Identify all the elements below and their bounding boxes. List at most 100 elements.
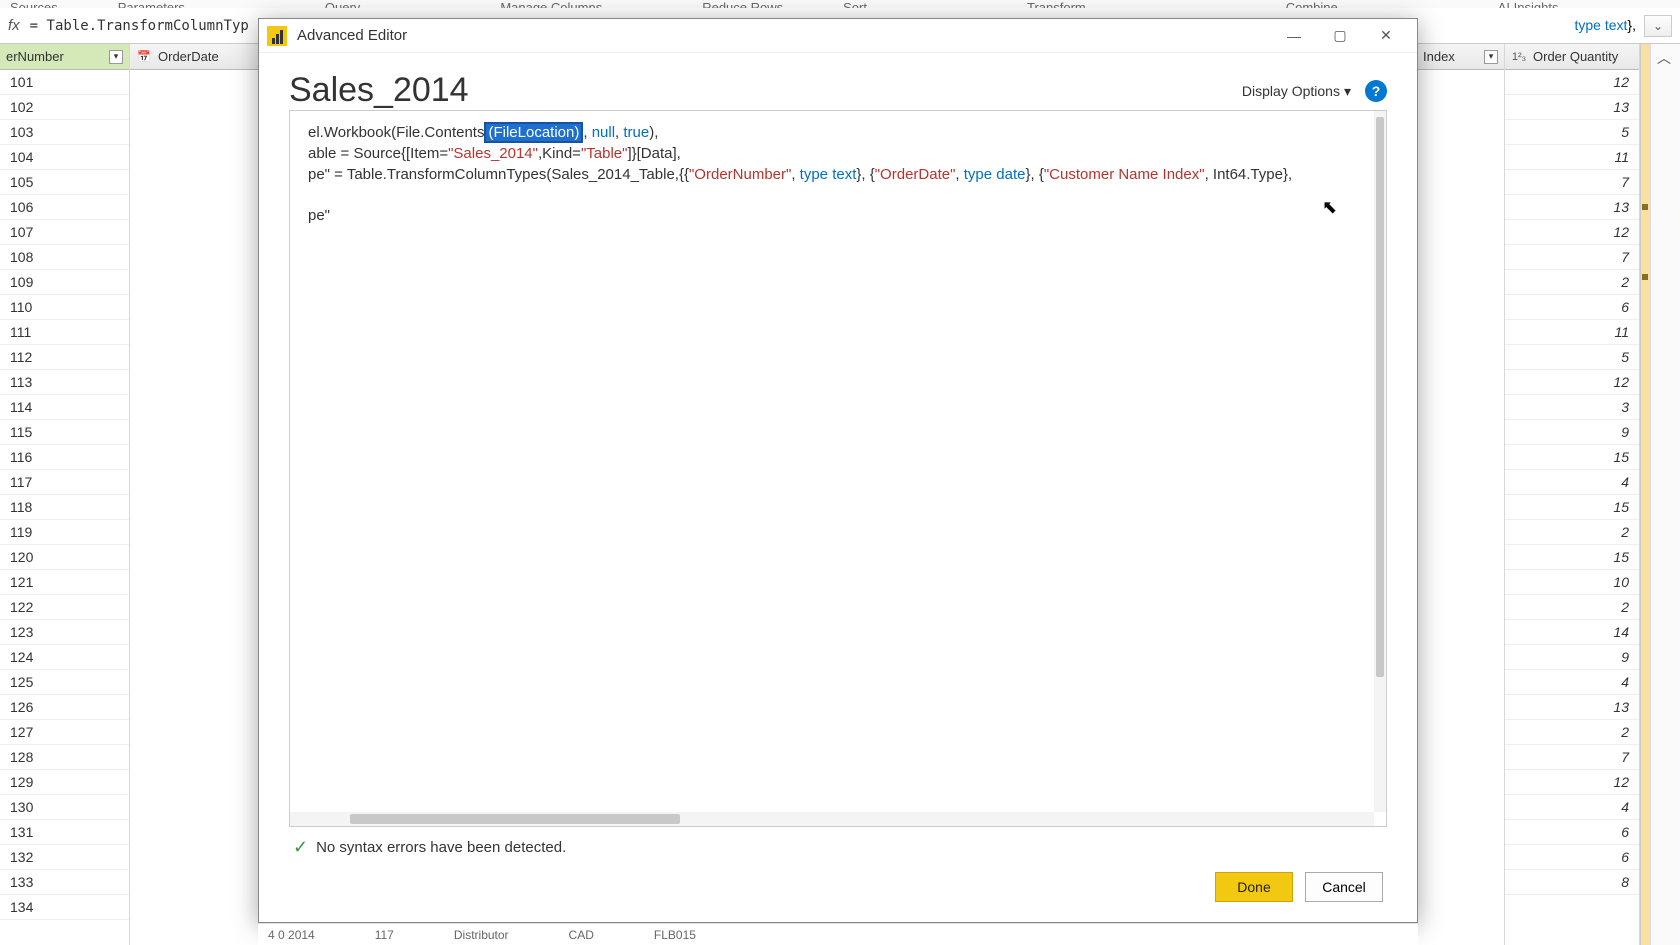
table-cell[interactable]: 119 [0,520,129,545]
scrollbar-thumb[interactable] [1376,117,1384,677]
table-cell[interactable]: 12 [1505,770,1639,795]
table-cell[interactable]: 103 [0,120,129,145]
table-cell[interactable]: 8 [1505,870,1639,895]
table-cell[interactable]: 7 [1505,245,1639,270]
table-cell[interactable]: 13 [1505,195,1639,220]
table-cell[interactable]: 116 [0,445,129,470]
table-cell[interactable]: 114 [0,395,129,420]
table-cell[interactable]: 11 [1505,145,1639,170]
scrollbar-thumb[interactable] [350,814,680,824]
table-cell[interactable]: 3 [1505,395,1639,420]
vertical-scrollbar[interactable]: ︿ [1650,44,1680,945]
table-cell[interactable]: 5 [1505,120,1639,145]
table-cell[interactable]: 122 [0,595,129,620]
column-header[interactable]: 1²₃ Order Quantity [1505,44,1639,70]
table-cell[interactable]: 115 [0,420,129,445]
ribbon-tab[interactable]: Manage Columns [500,0,602,8]
table-cell[interactable]: 13 [1505,695,1639,720]
scroll-up-icon[interactable]: ︿ [1657,48,1671,68]
table-cell[interactable]: 5 [1505,345,1639,370]
ribbon-tab[interactable]: AI Insights [1498,0,1559,8]
table-cell[interactable]: 118 [0,495,129,520]
table-cell[interactable]: 106 [0,195,129,220]
fx-icon[interactable]: fx [8,17,20,34]
close-button[interactable]: ✕ [1363,21,1409,51]
vertical-scrollbar[interactable] [1374,111,1386,812]
table-cell[interactable]: 132 [0,845,129,870]
table-cell[interactable]: 105 [0,170,129,195]
table-cell[interactable]: 112 [0,345,129,370]
filter-dropdown-icon[interactable]: ▾ [109,50,123,64]
table-cell[interactable]: 126 [0,695,129,720]
table-cell[interactable]: 9 [1505,420,1639,445]
table-cell[interactable]: 129 [0,770,129,795]
table-cell[interactable]: 134 [0,895,129,920]
formula-expand-button[interactable]: ⌄ [1644,15,1672,37]
column-header[interactable]: Index ▾ [1417,44,1504,70]
table-cell[interactable]: 131 [0,820,129,845]
table-cell[interactable]: 127 [0,720,129,745]
table-cell[interactable]: 101 [0,70,129,95]
table-cell[interactable]: 2 [1505,520,1639,545]
table-cell[interactable]: 2 [1505,270,1639,295]
table-cell[interactable]: 15 [1505,445,1639,470]
table-cell[interactable]: 2 [1505,595,1639,620]
dialog-titlebar[interactable]: Advanced Editor — ▢ ✕ [259,19,1417,53]
table-cell[interactable]: 6 [1505,820,1639,845]
table-cell[interactable]: 2 [1505,720,1639,745]
table-cell[interactable]: 12 [1505,220,1639,245]
table-cell[interactable]: 124 [0,645,129,670]
table-cell[interactable]: 102 [0,95,129,120]
table-cell[interactable]: 113 [0,370,129,395]
ribbon-tab[interactable]: Combine [1286,0,1338,8]
table-cell[interactable]: 4 [1505,670,1639,695]
table-cell[interactable]: 104 [0,145,129,170]
table-cell[interactable]: 6 [1505,845,1639,870]
table-cell[interactable]: 117 [0,470,129,495]
table-cell[interactable]: 11 [1505,320,1639,345]
table-cell[interactable]: 128 [0,745,129,770]
table-cell[interactable]: 123 [0,620,129,645]
table-cell[interactable]: 111 [0,320,129,345]
table-cell[interactable]: 130 [0,795,129,820]
table-cell[interactable]: 4 [1505,795,1639,820]
code-text[interactable]: el.Workbook(File.Contents(FileLocation),… [308,123,1376,227]
column-header[interactable]: 📅 OrderDate [130,44,259,70]
ribbon-tab[interactable]: Sources [10,0,58,8]
table-cell[interactable]: 9 [1505,645,1639,670]
table-cell[interactable]: 12 [1505,70,1639,95]
help-icon[interactable]: ? [1365,80,1387,102]
table-cell[interactable]: 133 [0,870,129,895]
table-cell[interactable]: 108 [0,245,129,270]
table-cell[interactable]: 13 [1505,95,1639,120]
filter-dropdown-icon[interactable]: ▾ [1484,50,1498,64]
ribbon-tab[interactable]: Sort [843,0,867,8]
table-cell[interactable]: 120 [0,545,129,570]
display-options-dropdown[interactable]: Display Options ▾ [1242,83,1351,100]
cancel-button[interactable]: Cancel [1305,872,1383,902]
table-cell[interactable]: 110 [0,295,129,320]
table-cell[interactable]: 6 [1505,295,1639,320]
done-button[interactable]: Done [1215,872,1293,902]
table-cell[interactable]: 4 [1505,470,1639,495]
column-header[interactable]: erNumber ▾ [0,44,129,70]
table-cell[interactable]: 12 [1505,370,1639,395]
ribbon-tab[interactable]: Transform [1027,0,1086,8]
ribbon-tab[interactable]: Reduce Rows [702,0,783,8]
maximize-button[interactable]: ▢ [1317,21,1363,51]
table-cell[interactable]: 109 [0,270,129,295]
horizontal-scrollbar[interactable] [290,812,1374,826]
table-cell[interactable]: 15 [1505,495,1639,520]
table-cell[interactable]: 15 [1505,545,1639,570]
table-cell[interactable]: 107 [0,220,129,245]
table-cell[interactable]: 121 [0,570,129,595]
ribbon-tab[interactable]: Query [325,0,360,8]
table-cell[interactable]: 10 [1505,570,1639,595]
ribbon-tab[interactable]: Parameters [118,0,185,8]
table-cell[interactable]: 7 [1505,745,1639,770]
table-cell[interactable]: 14 [1505,620,1639,645]
table-cell[interactable]: 7 [1505,170,1639,195]
minimize-button[interactable]: — [1271,21,1317,51]
code-editor[interactable]: el.Workbook(File.Contents(FileLocation),… [289,110,1387,827]
table-cell[interactable]: 125 [0,670,129,695]
